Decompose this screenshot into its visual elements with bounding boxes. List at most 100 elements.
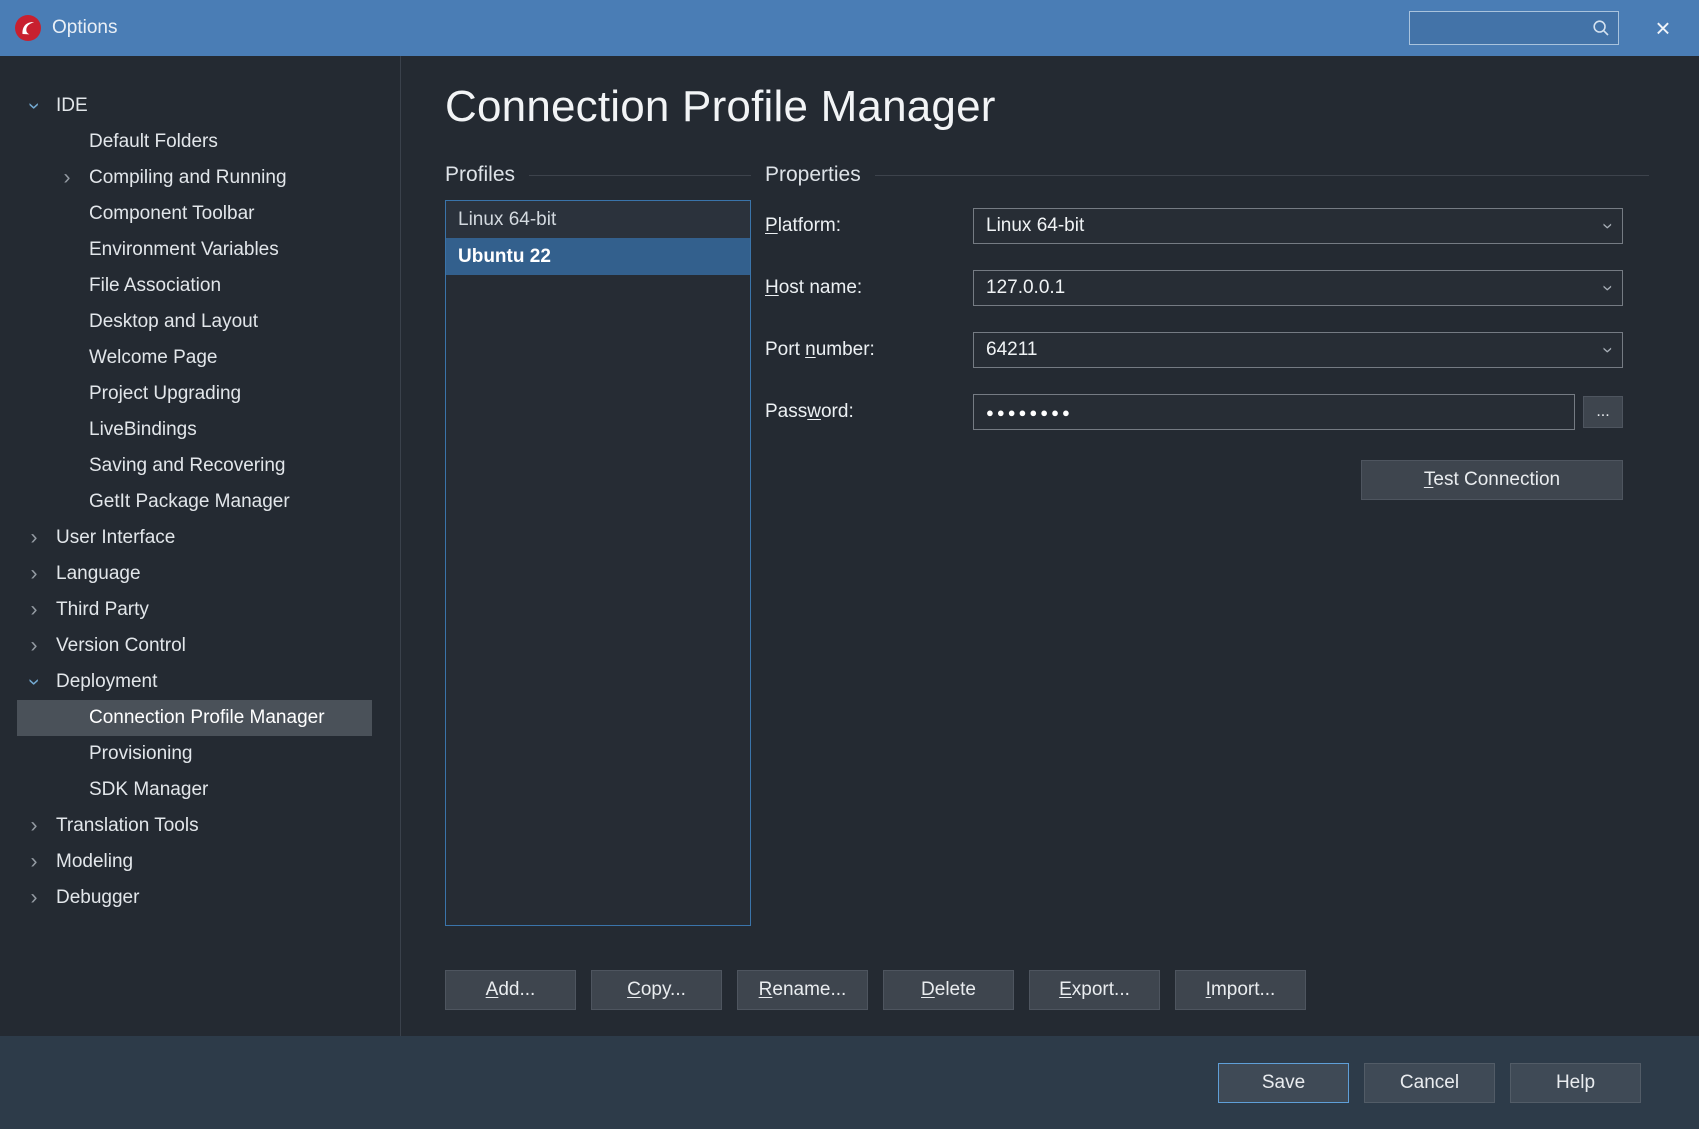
close-button[interactable]: × bbox=[1627, 0, 1699, 56]
profile-item-label: Ubuntu 22 bbox=[458, 246, 551, 267]
host-name-row: Host name: 127.0.0.1 › bbox=[765, 270, 1623, 306]
sidebar-item-label: Desktop and Layout bbox=[89, 311, 259, 332]
sidebar-item-translation-tools[interactable]: › Translation Tools bbox=[0, 808, 372, 844]
sidebar-item-label: Version Control bbox=[56, 635, 186, 656]
sidebar-item-label: GetIt Package Manager bbox=[89, 491, 290, 512]
sidebar-item-label: IDE bbox=[56, 95, 88, 116]
sidebar-item-label: LiveBindings bbox=[89, 419, 197, 440]
rename-label: Rename... bbox=[758, 979, 847, 1000]
host-name-combobox[interactable]: 127.0.0.1 › bbox=[973, 270, 1623, 306]
profile-item-linux-64-bit[interactable]: Linux 64-bit bbox=[446, 201, 750, 238]
sidebar-item-label: Connection Profile Manager bbox=[89, 707, 325, 728]
chevron-right-icon[interactable]: › bbox=[24, 814, 44, 838]
sidebar-item-label: Compiling and Running bbox=[89, 167, 287, 188]
section-divider bbox=[874, 174, 1649, 176]
copy-button[interactable]: Copy... bbox=[591, 970, 722, 1010]
sidebar-item-label: Provisioning bbox=[89, 743, 193, 764]
sidebar-item-label: Language bbox=[56, 563, 141, 584]
host-name-value: 127.0.0.1 bbox=[986, 277, 1066, 298]
sidebar-item-component-toolbar[interactable]: Component Toolbar bbox=[0, 196, 372, 232]
sidebar-item-getit-package-manager[interactable]: GetIt Package Manager bbox=[0, 484, 372, 520]
platform-combobox[interactable]: Linux 64-bit › bbox=[973, 208, 1623, 244]
sidebar-item-project-upgrading[interactable]: Project Upgrading bbox=[0, 376, 372, 412]
password-masked-value: ●●●●●●●● bbox=[986, 404, 1073, 420]
options-tree: › IDE Default Folders › Compiling and Ru… bbox=[0, 56, 401, 1036]
sidebar-item-debugger[interactable]: › Debugger bbox=[0, 880, 372, 916]
sidebar-item-sdk-manager[interactable]: SDK Manager bbox=[0, 772, 372, 808]
sidebar-item-modeling[interactable]: › Modeling bbox=[0, 844, 372, 880]
search-input[interactable] bbox=[1418, 19, 1592, 37]
profile-item-ubuntu-22[interactable]: Ubuntu 22 bbox=[446, 238, 750, 275]
sidebar-item-saving-and-recovering[interactable]: Saving and Recovering bbox=[0, 448, 372, 484]
password-field[interactable]: ●●●●●●●● bbox=[973, 394, 1575, 430]
sidebar-item-third-party[interactable]: › Third Party bbox=[0, 592, 372, 628]
chevron-down-icon[interactable]: › bbox=[22, 672, 46, 692]
chevron-right-icon[interactable]: › bbox=[24, 598, 44, 622]
sidebar-item-connection-profile-manager[interactable]: Connection Profile Manager bbox=[17, 700, 372, 736]
platform-row: Platform: Linux 64-bit › bbox=[765, 208, 1623, 244]
sidebar-item-compiling-and-running[interactable]: › Compiling and Running bbox=[0, 160, 372, 196]
sidebar-item-welcome-page[interactable]: Welcome Page bbox=[0, 340, 372, 376]
add-button[interactable]: Add... bbox=[445, 970, 576, 1010]
help-button[interactable]: Help bbox=[1510, 1062, 1641, 1103]
sidebar-item-label: File Association bbox=[89, 275, 222, 296]
sidebar-item-label: Saving and Recovering bbox=[89, 455, 286, 476]
rename-button[interactable]: Rename... bbox=[737, 970, 868, 1010]
sidebar-item-ide[interactable]: › IDE bbox=[0, 88, 372, 124]
test-connection-button[interactable]: Test Connection bbox=[1361, 460, 1623, 500]
chevron-down-icon: › bbox=[1596, 284, 1618, 292]
titlebar-search-box[interactable] bbox=[1409, 11, 1619, 45]
sidebar-item-label: Debugger bbox=[56, 887, 140, 908]
ellipsis-label: ... bbox=[1596, 403, 1610, 420]
save-button[interactable]: Save bbox=[1218, 1062, 1349, 1103]
test-connection-label: Test Connection bbox=[1423, 469, 1561, 490]
host-name-label: Host name: bbox=[765, 277, 863, 298]
port-number-combobox[interactable]: 64211 › bbox=[973, 332, 1623, 368]
sidebar-item-desktop-and-layout[interactable]: Desktop and Layout bbox=[0, 304, 372, 340]
cancel-button[interactable]: Cancel bbox=[1364, 1062, 1495, 1103]
app-logo-icon bbox=[14, 14, 42, 42]
sidebar-item-deployment[interactable]: › Deployment bbox=[0, 664, 372, 700]
close-icon: × bbox=[1655, 12, 1671, 43]
port-number-row: Port number: 64211 › bbox=[765, 332, 1623, 368]
chevron-right-icon[interactable]: › bbox=[24, 886, 44, 910]
chevron-right-icon[interactable]: › bbox=[24, 850, 44, 874]
platform-value: Linux 64-bit bbox=[986, 215, 1085, 236]
sidebar-item-default-folders[interactable]: Default Folders bbox=[0, 124, 372, 160]
sidebar-item-user-interface[interactable]: › User Interface bbox=[0, 520, 372, 556]
sidebar-item-label: SDK Manager bbox=[89, 779, 209, 800]
delete-button[interactable]: Delete bbox=[883, 970, 1014, 1010]
sidebar-item-environment-variables[interactable]: Environment Variables bbox=[0, 232, 372, 268]
sidebar-item-label: Deployment bbox=[56, 671, 158, 692]
chevron-down-icon[interactable]: › bbox=[22, 96, 46, 116]
sidebar-item-livebindings[interactable]: LiveBindings bbox=[0, 412, 372, 448]
sidebar-item-label: Translation Tools bbox=[56, 815, 199, 836]
window-title: Options bbox=[52, 17, 118, 38]
chevron-right-icon[interactable]: › bbox=[57, 166, 77, 190]
dialog-body: › IDE Default Folders › Compiling and Ru… bbox=[0, 56, 1699, 1036]
delete-label: Delete bbox=[921, 979, 976, 1000]
sidebar-item-label: Default Folders bbox=[89, 131, 218, 152]
page-title: Connection Profile Manager bbox=[445, 82, 996, 131]
profile-actions: Add... Copy... Rename... Delete Export..… bbox=[445, 970, 1699, 1010]
help-label: Help bbox=[1555, 1071, 1596, 1093]
chevron-right-icon[interactable]: › bbox=[24, 526, 44, 550]
sidebar-item-label: Project Upgrading bbox=[89, 383, 242, 404]
save-label: Save bbox=[1261, 1071, 1306, 1093]
export-button[interactable]: Export... bbox=[1029, 970, 1160, 1010]
profile-list[interactable]: Linux 64-bit Ubuntu 22 bbox=[445, 200, 751, 926]
sidebar-item-label: Welcome Page bbox=[89, 347, 218, 368]
import-button[interactable]: Import... bbox=[1175, 970, 1306, 1010]
search-icon bbox=[1592, 19, 1610, 37]
sidebar-item-provisioning[interactable]: Provisioning bbox=[0, 736, 372, 772]
properties-section-header: Properties bbox=[765, 162, 1649, 188]
chevron-right-icon[interactable]: › bbox=[24, 562, 44, 586]
password-row: Password: ●●●●●●●● ... bbox=[765, 394, 1623, 430]
sidebar-item-version-control[interactable]: › Version Control bbox=[0, 628, 372, 664]
profiles-section-label: Profiles bbox=[445, 163, 516, 186]
sidebar-item-language[interactable]: › Language bbox=[0, 556, 372, 592]
chevron-right-icon[interactable]: › bbox=[24, 634, 44, 658]
password-ellipsis-button[interactable]: ... bbox=[1583, 396, 1623, 428]
chevron-down-icon: › bbox=[1596, 346, 1618, 354]
sidebar-item-file-association[interactable]: File Association bbox=[0, 268, 372, 304]
